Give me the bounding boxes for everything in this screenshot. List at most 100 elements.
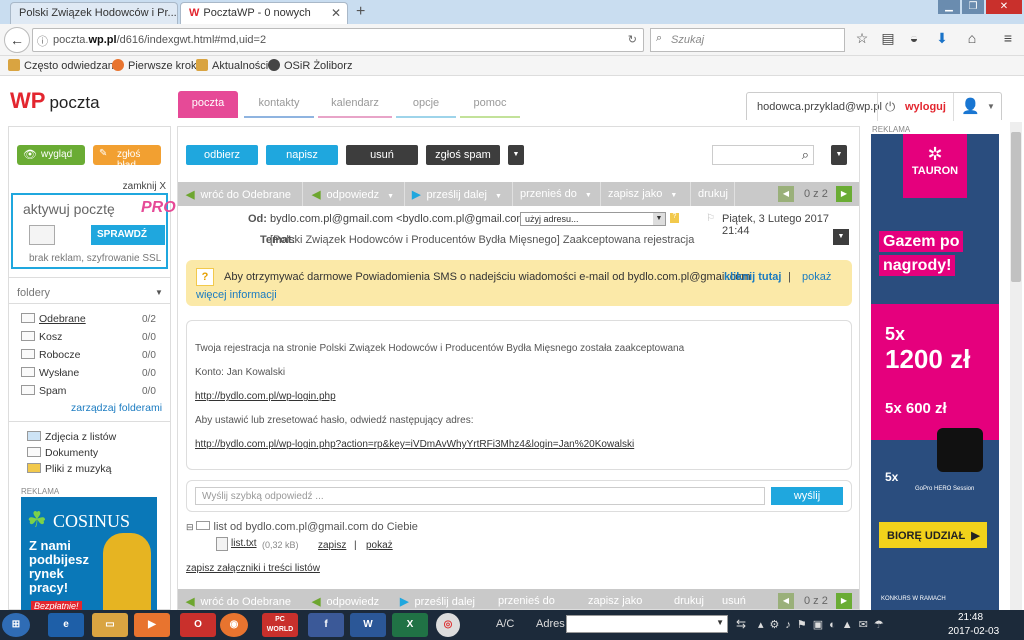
flag-icon[interactable]: ⚐ bbox=[706, 213, 715, 224]
extra-zdjecia[interactable]: Zdjęcia z listów bbox=[27, 431, 116, 443]
tauron-ad[interactable]: ✲ TAURON Gazem po nagrody! 5x 1200 zł 5x… bbox=[871, 134, 999, 610]
report-spam-button[interactable]: zgłoś spam bbox=[426, 145, 500, 165]
close-tab-icon[interactable]: ✕ bbox=[331, 6, 341, 20]
back-to-inbox-button[interactable]: ◀ wróć do Odebrane bbox=[186, 182, 291, 206]
chevron-down-icon[interactable]: ▼ bbox=[716, 618, 724, 627]
media-player-icon[interactable]: ▶ bbox=[134, 613, 170, 637]
move-to-button[interactable]: przenieś do bbox=[498, 589, 555, 609]
browser-search-input[interactable]: ⌕ Szukaj bbox=[650, 28, 845, 52]
write-button[interactable]: napisz bbox=[266, 145, 338, 165]
receive-button[interactable]: odbierz bbox=[186, 145, 258, 165]
promo-cta-button[interactable]: SPRAWDŹ bbox=[91, 225, 165, 245]
quick-reply-input[interactable]: Wyślij szybką odpowiedź ... bbox=[195, 487, 765, 505]
chevron-down-icon[interactable]: ▼ bbox=[670, 192, 677, 199]
pro-promo[interactable]: aktywuj pocztę PRO SPRAWDŹ brak reklam, … bbox=[11, 193, 176, 269]
notice-more-info[interactable]: więcej informacji bbox=[196, 289, 277, 301]
delete-button[interactable]: usuń bbox=[346, 145, 418, 165]
mail-search-input[interactable]: ⌕ bbox=[712, 145, 814, 165]
menu-icon[interactable]: ≡ bbox=[998, 30, 1018, 50]
save-all-attachments-link[interactable]: zapisz załączniki i treści listów bbox=[186, 563, 320, 574]
start-button-icon[interactable]: ⊞ bbox=[2, 613, 30, 637]
minimize-icon[interactable]: ▁ bbox=[938, 0, 960, 14]
excel-icon[interactable]: X bbox=[392, 613, 428, 637]
reply-button[interactable]: ◀ odpowiedz ▼ bbox=[312, 182, 394, 206]
wp-poczta-logo[interactable]: WP poczta bbox=[10, 88, 100, 114]
folder-robocze[interactable]: Robocze bbox=[21, 349, 80, 361]
body-link[interactable]: http://bydlo.com.pl/wp-login.php?action=… bbox=[195, 439, 634, 450]
attachment-show-link[interactable]: pokaż bbox=[366, 540, 393, 551]
bookmark-pierwsze[interactable]: Pierwsze kroki bbox=[112, 59, 199, 72]
taskbar-address-input[interactable]: ▼ bbox=[566, 615, 728, 633]
cosinus-ad[interactable]: ☘ COSINUS Z nami podbijesz rynek pracy! … bbox=[21, 497, 157, 611]
go-arrow-icon[interactable]: ⇆ bbox=[736, 617, 746, 631]
move-to-button[interactable]: przenieś do ▼ bbox=[520, 182, 592, 206]
pcworld-icon[interactable]: PC WORLD bbox=[262, 613, 298, 637]
bookmark-aktualnosci[interactable]: Aktualności bbox=[196, 59, 268, 72]
print-button[interactable]: drukuj bbox=[674, 589, 704, 609]
close-window-icon[interactable]: ✕ bbox=[986, 0, 1022, 14]
save-as-button[interactable]: zapisz jako bbox=[588, 589, 642, 609]
nav-opcje[interactable]: opcje bbox=[396, 91, 456, 118]
reload-icon[interactable]: ↻ bbox=[628, 33, 637, 46]
internet-explorer-icon[interactable]: e bbox=[48, 613, 84, 637]
tab-poczta-wp[interactable]: W PocztaWP - 0 nowych ✕ bbox=[180, 2, 348, 24]
page-scrollbar[interactable] bbox=[1010, 122, 1022, 610]
home-icon[interactable]: ⌂ bbox=[962, 30, 982, 50]
more-header-icon[interactable]: ▼ bbox=[833, 229, 849, 245]
help-icon[interactable]: ? bbox=[670, 213, 679, 223]
chevron-down-icon[interactable]: ▼ bbox=[387, 193, 394, 200]
search-icon[interactable]: ⌕ bbox=[802, 147, 809, 163]
url-bar[interactable]: ⓘ poczta.wp.pl/d616/indexgwt.html#md,uid… bbox=[32, 28, 661, 52]
next-message-icon[interactable]: ▶ bbox=[836, 593, 852, 609]
tab-polski-zwiazek[interactable]: Polski Związek Hodowców i Pr... bbox=[10, 2, 178, 24]
avatar-icon[interactable]: 👤 bbox=[961, 97, 980, 115]
delete-message-button[interactable]: usuń bbox=[722, 589, 746, 609]
nav-pomoc[interactable]: pomoc bbox=[460, 91, 520, 118]
chevron-down-icon[interactable]: ▼ bbox=[987, 102, 995, 111]
search-options-icon[interactable]: ▼ bbox=[831, 145, 847, 165]
view-button[interactable]: 👁 wygląd bbox=[17, 145, 85, 165]
send-button[interactable]: wyślij bbox=[771, 487, 843, 505]
bookmark-star-icon[interactable]: ☆ bbox=[852, 30, 872, 50]
bookmark-czesto[interactable]: Często odwiedzane bbox=[8, 59, 120, 72]
prev-message-icon[interactable]: ◀ bbox=[778, 186, 794, 202]
reading-list-icon[interactable]: ▤ bbox=[878, 30, 898, 50]
chevron-down-icon[interactable]: ▼ bbox=[585, 192, 592, 199]
folder-wyslane[interactable]: Wysłane bbox=[21, 367, 79, 379]
folder-kosz[interactable]: Kosz bbox=[21, 331, 62, 343]
file-explorer-icon[interactable]: ▭ bbox=[92, 613, 128, 637]
nav-poczta[interactable]: poczta bbox=[178, 91, 238, 118]
save-as-button[interactable]: zapisz jako ▼ bbox=[608, 182, 677, 206]
body-link[interactable]: http://bydlo.com.pl/wp-login.php bbox=[195, 391, 336, 402]
folder-spam[interactable]: Spam bbox=[21, 385, 66, 397]
attachment-name[interactable]: list.txt bbox=[231, 538, 257, 549]
new-tab-icon[interactable]: + bbox=[356, 3, 365, 21]
scrollbar-thumb[interactable] bbox=[1011, 132, 1021, 282]
chevron-down-icon[interactable]: ▼ bbox=[155, 288, 163, 297]
attachment-save-link[interactable]: zapisz bbox=[318, 540, 346, 551]
back-to-inbox-button[interactable]: ◀ wróć do Odebrane bbox=[186, 589, 291, 609]
bookmark-osir[interactable]: OSiR Żoliborz bbox=[268, 59, 352, 72]
prev-message-icon[interactable]: ◀ bbox=[778, 593, 794, 609]
facebook-icon[interactable]: f bbox=[308, 613, 344, 637]
from-value[interactable]: bydlo.com.pl@gmail.com <bydlo.com.pl@gma… bbox=[270, 213, 532, 225]
print-button[interactable]: drukuj bbox=[698, 182, 728, 206]
forward-button[interactable]: ▶ prześlij dalej bbox=[400, 589, 475, 609]
manage-folders-link[interactable]: zarządzaj folderami bbox=[71, 402, 162, 414]
download-icon[interactable]: ⬇ bbox=[932, 30, 952, 50]
more-actions-icon[interactable]: ▼ bbox=[508, 145, 524, 165]
chevron-down-icon[interactable]: ▼ bbox=[495, 193, 502, 200]
nav-kontakty[interactable]: kontakty bbox=[244, 91, 314, 118]
power-icon[interactable]: ⏻ bbox=[885, 99, 895, 115]
firefox-icon[interactable]: ◉ bbox=[220, 613, 248, 637]
next-message-icon[interactable]: ▶ bbox=[836, 186, 852, 202]
use-address-select[interactable]: użyj adresu... ▼ bbox=[520, 212, 666, 226]
maximize-icon[interactable]: ❐ bbox=[962, 0, 984, 14]
logout-link[interactable]: wyloguj bbox=[905, 101, 946, 113]
notice-link[interactable]: kliknij tutaj bbox=[724, 271, 781, 283]
extra-muzyka[interactable]: Pliki z muzyką bbox=[27, 463, 112, 475]
chrome-icon[interactable]: ◎ bbox=[436, 613, 460, 637]
close-promo-link[interactable]: zamknij X bbox=[123, 181, 166, 192]
opera-icon[interactable]: O bbox=[180, 613, 216, 637]
tray-icons[interactable]: ▴⚙♪⚑▣◐▲✉☂ bbox=[758, 618, 890, 631]
